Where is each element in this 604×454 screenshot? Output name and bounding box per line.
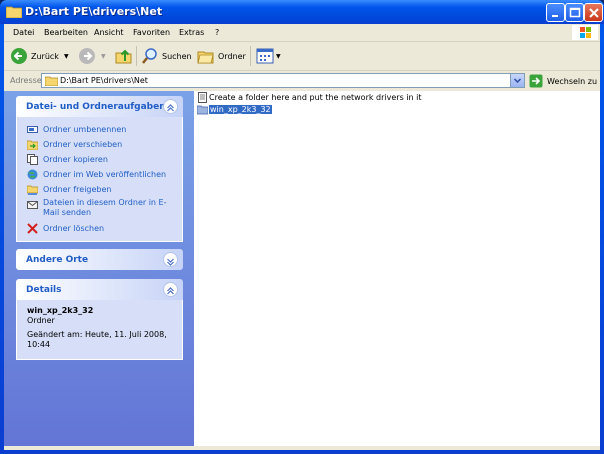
search-icon <box>142 48 157 64</box>
details-modified: Geändert am: Heute, 11. Juli 2008, 10:44 <box>27 330 167 349</box>
expand-icon[interactable] <box>163 252 178 267</box>
toolbar-separator <box>136 46 137 66</box>
search-button[interactable]: Suchen <box>141 47 192 65</box>
menu-extras[interactable]: Extras <box>179 28 204 37</box>
task-label: Ordner umbenennen <box>43 125 127 134</box>
window-client: Datei Bearbeiten Ansicht Favoriten Extra… <box>4 24 600 450</box>
back-dropdown-icon[interactable]: ▼ <box>64 53 69 60</box>
windows-logo-icon <box>572 25 598 40</box>
toolbar: Zurück ▼ ▼ Suchen Ordner ▼ <box>4 42 600 71</box>
details-type: Ordner <box>27 316 55 325</box>
menu-ansicht[interactable]: Ansicht <box>94 28 124 37</box>
task-delete-folder[interactable]: Ordner löschen <box>17 222 182 237</box>
folder-up-icon <box>115 49 132 64</box>
toolbar-separator <box>250 46 251 66</box>
panel-header[interactable]: Details <box>16 279 183 300</box>
minimize-button[interactable] <box>546 3 565 22</box>
search-label: Suchen <box>162 51 192 61</box>
list-item[interactable]: win_xp_2k3_32 <box>197 104 272 115</box>
title-bar[interactable]: D:\Bart PE\drivers\Net <box>0 0 604 24</box>
up-folder-button[interactable] <box>115 47 133 65</box>
email-icon <box>27 201 38 209</box>
collapse-icon[interactable] <box>163 282 178 297</box>
go-arrow-icon <box>529 74 543 88</box>
collapse-icon[interactable] <box>163 99 178 114</box>
panel-title: Details <box>26 285 62 295</box>
folder-icon <box>6 6 22 18</box>
text-file-icon <box>198 92 207 103</box>
share-icon <box>27 185 38 195</box>
folder-icon <box>197 105 208 115</box>
task-label: Dateien in diesem Ordner in E-Mail sende… <box>43 198 167 217</box>
panel-title: Datei- und Ordneraufgaben <box>26 102 166 112</box>
details-panel: Details win_xp_2k3_32 Ordner Geändert am… <box>16 279 183 360</box>
window-title: D:\Bart PE\drivers\Net <box>25 5 163 18</box>
copy-icon <box>27 154 38 165</box>
back-label: Zurück <box>31 51 59 61</box>
list-item[interactable]: Create a folder here and put the network… <box>197 92 421 103</box>
task-publish-web[interactable]: Ordner im Web veröffentlichen <box>17 168 182 183</box>
status-strip <box>4 446 600 450</box>
go-label: Wechseln zu <box>547 76 598 86</box>
task-rename-folder[interactable]: Ordner umbenennen <box>17 123 182 138</box>
address-bar: Adresse D:\Bart PE\drivers\Net Wechseln … <box>4 71 600 91</box>
move-icon <box>27 140 38 150</box>
address-label: Adresse <box>10 76 42 85</box>
other-places-panel: Andere Orte <box>16 249 183 270</box>
back-button[interactable]: Zurück ▼ <box>10 47 69 65</box>
file-tasks-panel: Datei- und Ordneraufgaben Ordner umbenen… <box>16 96 183 242</box>
views-dropdown-icon[interactable]: ▼ <box>276 53 281 60</box>
close-button[interactable] <box>584 3 603 22</box>
menu-bar: Datei Bearbeiten Ansicht Favoriten Extra… <box>4 24 600 42</box>
folders-button[interactable]: Ordner <box>197 47 246 65</box>
delete-icon <box>27 223 38 234</box>
minimize-icon <box>552 15 558 17</box>
details-name: win_xp_2k3_32 <box>27 306 94 315</box>
task-label: Ordner im Web veröffentlichen <box>43 170 167 179</box>
maximize-button[interactable] <box>565 3 584 22</box>
panel-header[interactable]: Andere Orte <box>16 249 183 270</box>
panel-title: Andere Orte <box>26 255 89 265</box>
folders-icon <box>197 51 214 64</box>
task-email-files[interactable]: Dateien in diesem Ordner in E-Mail sende… <box>17 198 182 222</box>
task-label: Ordner kopieren <box>43 155 108 164</box>
forward-button[interactable]: ▼ <box>78 47 106 65</box>
menu-datei[interactable]: Datei <box>13 28 34 37</box>
views-button[interactable]: ▼ <box>256 47 281 65</box>
panel-body: win_xp_2k3_32 Ordner Geändert am: Heute,… <box>16 300 183 360</box>
file-name: win_xp_2k3_32 <box>209 105 272 114</box>
task-pane: Datei- und Ordneraufgaben Ordner umbenen… <box>4 91 194 446</box>
panel-header[interactable]: Datei- und Ordneraufgaben <box>16 96 183 117</box>
task-share-folder[interactable]: Ordner freigeben <box>17 183 182 198</box>
task-label: Ordner freigeben <box>43 185 112 194</box>
address-field[interactable]: D:\Bart PE\drivers\Net <box>41 73 525 88</box>
forward-arrow-icon <box>79 48 95 64</box>
back-arrow-icon <box>11 48 27 64</box>
maximize-icon <box>569 7 581 18</box>
chevron-down-icon <box>513 78 522 84</box>
forward-dropdown-icon[interactable]: ▼ <box>101 53 106 60</box>
folder-icon <box>45 76 58 86</box>
panel-body: Ordner umbenennen Ordner verschieben Ord… <box>16 117 183 242</box>
go-button[interactable]: Wechseln zu <box>529 74 597 88</box>
task-label: Ordner verschieben <box>43 140 123 149</box>
task-copy-folder[interactable]: Ordner kopieren <box>17 153 182 168</box>
close-icon <box>589 8 599 18</box>
task-move-folder[interactable]: Ordner verschieben <box>17 138 182 153</box>
globe-icon <box>27 169 38 180</box>
rename-icon <box>27 126 38 133</box>
address-dropdown-button[interactable] <box>510 74 524 87</box>
address-value: D:\Bart PE\drivers\Net <box>60 76 148 85</box>
file-name: Create a folder here and put the network… <box>209 93 422 102</box>
views-icon <box>256 48 274 64</box>
file-list[interactable]: Create a folder here and put the network… <box>194 91 600 446</box>
explorer-window: D:\Bart PE\drivers\Net Datei Bearbeiten … <box>0 0 604 454</box>
menu-favoriten[interactable]: Favoriten <box>133 28 170 37</box>
menu-bearbeiten[interactable]: Bearbeiten <box>44 28 88 37</box>
task-label: Ordner löschen <box>43 224 105 233</box>
folders-label: Ordner <box>218 51 246 61</box>
menu-help[interactable]: ? <box>215 28 219 37</box>
